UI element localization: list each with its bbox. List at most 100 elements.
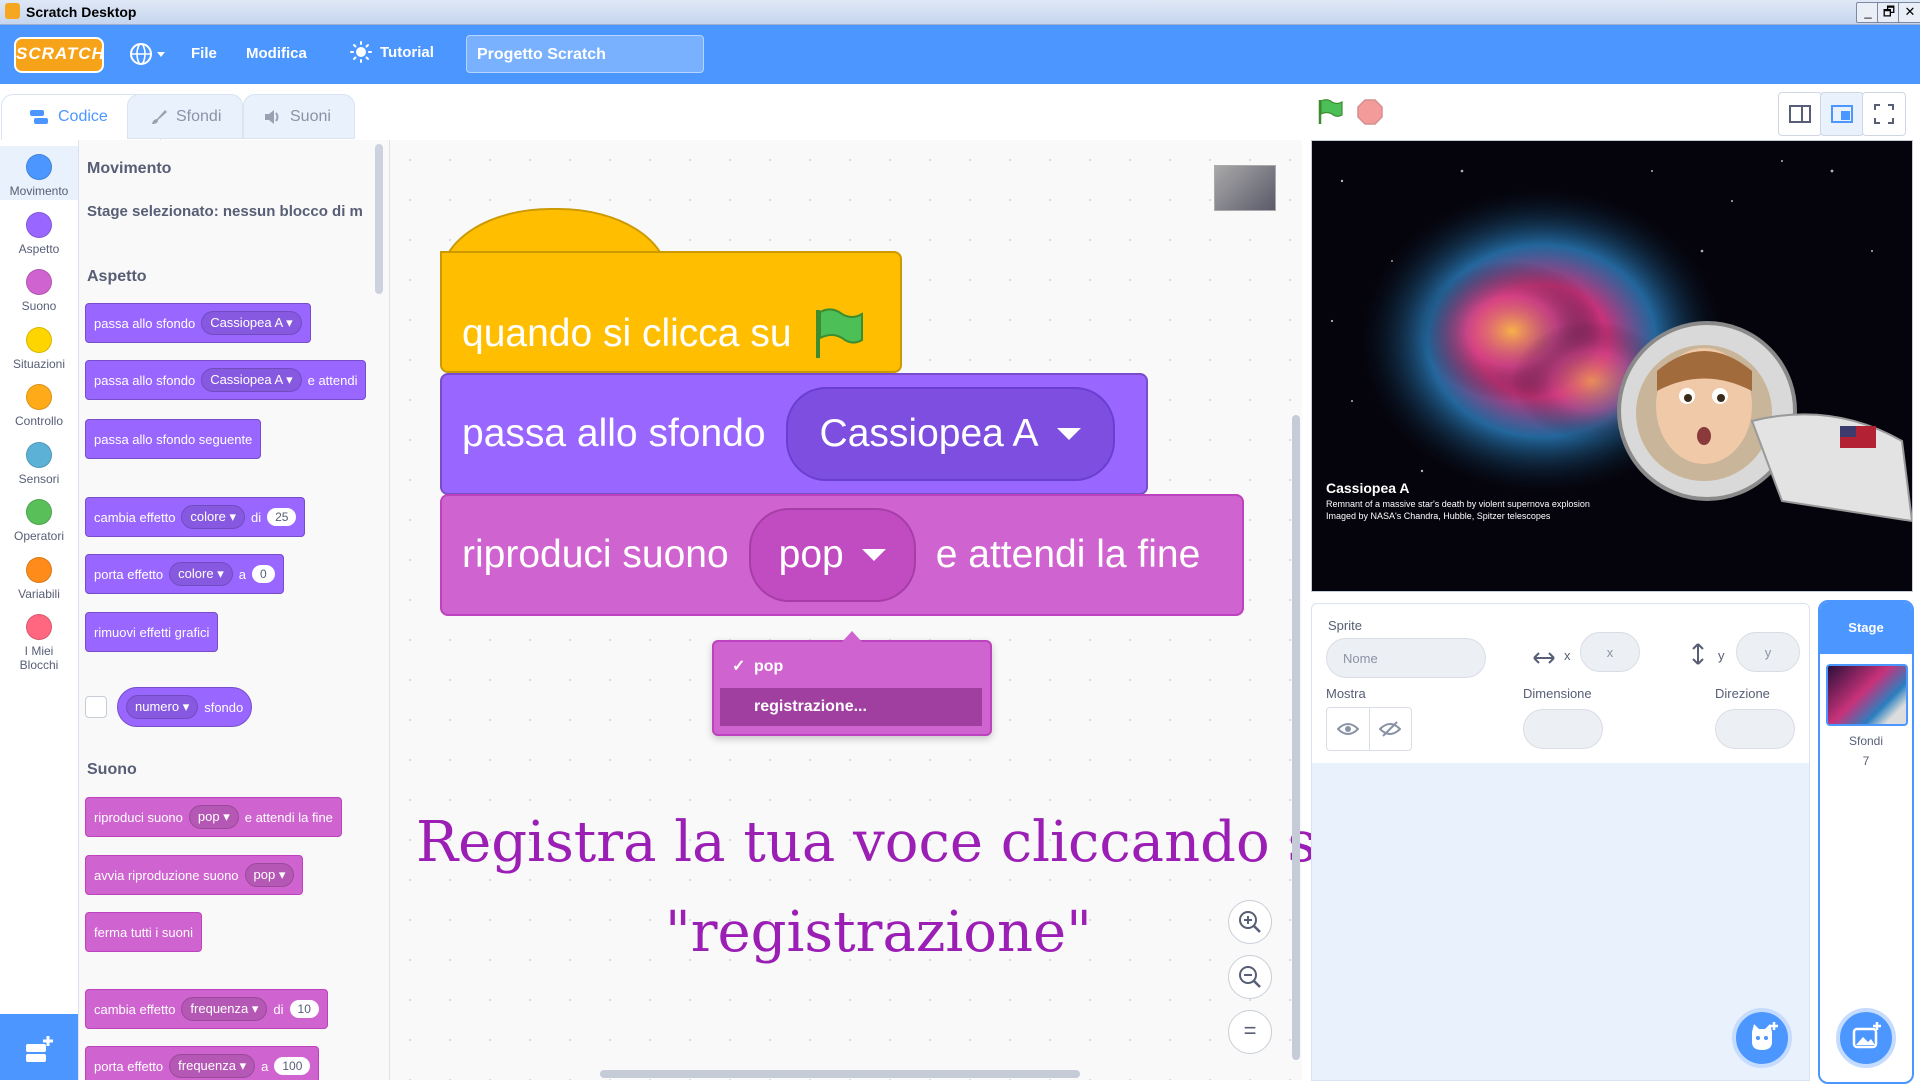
fullscreen-button[interactable] bbox=[1862, 92, 1906, 136]
x-arrow-icon bbox=[1533, 652, 1555, 664]
sound-effect-menu[interactable]: frequenza ▾ bbox=[169, 1054, 256, 1078]
number-input[interactable]: 100 bbox=[274, 1057, 311, 1075]
number-input[interactable]: 0 bbox=[251, 565, 275, 583]
small-stage-button[interactable] bbox=[1778, 92, 1822, 136]
block-stop-all-sounds[interactable]: ferma tutti i suoni bbox=[85, 912, 202, 952]
menu-modifica[interactable]: Modifica bbox=[246, 45, 307, 62]
choose-sprite-button[interactable] bbox=[1732, 1008, 1792, 1068]
sprite-info-panel: Sprite Nome x x y y Mostra Dimensione Di… bbox=[1311, 603, 1810, 765]
stop-button[interactable] bbox=[1356, 98, 1384, 126]
project-title-input[interactable]: Progetto Scratch bbox=[466, 35, 704, 73]
sprite-name-field[interactable]: Nome bbox=[1326, 638, 1486, 678]
dropdown-arrow-icon bbox=[861, 549, 886, 561]
sound-menu[interactable]: pop ▾ bbox=[244, 863, 295, 887]
number-input[interactable]: 10 bbox=[289, 1000, 319, 1018]
reporter-menu[interactable]: numero ▾ bbox=[126, 695, 199, 719]
sound-dropdown[interactable]: pop bbox=[748, 508, 916, 602]
eye-icon bbox=[1336, 723, 1359, 735]
block-text: porta effetto bbox=[94, 566, 164, 582]
category-movimento[interactable]: Movimento bbox=[0, 146, 78, 200]
block-play-sound-wait[interactable]: riproduci suono pop ▾ e attendi la fine bbox=[85, 797, 342, 837]
code-icon bbox=[30, 110, 48, 124]
zoom-out-button[interactable] bbox=[1228, 955, 1272, 999]
heading-suono: Suono bbox=[87, 761, 137, 778]
window-title: Scratch Desktop bbox=[26, 4, 137, 20]
y-input[interactable]: y bbox=[1736, 632, 1800, 672]
block-set-effect[interactable]: porta effetto colore ▾ a 0 bbox=[85, 554, 284, 594]
scratch-logo[interactable]: SCRATCH bbox=[14, 37, 104, 73]
block-next-backdrop[interactable]: passa allo sfondo seguente bbox=[85, 419, 262, 459]
backdrop-dropdown[interactable]: Cassiopea A bbox=[785, 387, 1115, 481]
script-vertical-scrollbar[interactable] bbox=[1292, 415, 1300, 1060]
when-flag-clicked-block[interactable]: quando si clicca su bbox=[440, 251, 902, 373]
palette-scrollbar[interactable] bbox=[375, 144, 383, 294]
tab-suoni[interactable]: Suoni bbox=[243, 94, 355, 139]
category-operatori[interactable]: Operatori bbox=[0, 491, 78, 545]
show-button[interactable] bbox=[1327, 708, 1370, 750]
choose-backdrop-button[interactable] bbox=[1836, 1008, 1896, 1068]
green-flag-button[interactable] bbox=[1316, 98, 1344, 126]
category-label: Situazioni bbox=[12, 356, 66, 371]
zoom-out-icon bbox=[1239, 966, 1261, 988]
zoom-reset-button[interactable]: = bbox=[1228, 1010, 1272, 1054]
category-label: Aspetto bbox=[18, 241, 60, 256]
close-window-button[interactable]: ✕ bbox=[1898, 2, 1920, 23]
direction-input[interactable] bbox=[1715, 709, 1795, 749]
category-variabili[interactable]: Variabili bbox=[0, 549, 78, 603]
size-input[interactable] bbox=[1523, 709, 1603, 749]
block-set-sound-effect[interactable]: porta effetto frequenza ▾ a 100 bbox=[85, 1046, 320, 1080]
category-suono[interactable]: Suono bbox=[0, 261, 78, 315]
block-change-effect[interactable]: cambia effetto colore ▾ di 25 bbox=[85, 497, 306, 537]
sound-menu[interactable]: pop ▾ bbox=[188, 805, 239, 829]
dropdown-item-registrazione[interactable]: registrazione... bbox=[720, 688, 982, 726]
menu-value: colore bbox=[190, 509, 226, 524]
effect-menu[interactable]: colore ▾ bbox=[181, 505, 245, 529]
stage-canvas[interactable]: Cassiopea A Remnant of a massive star's … bbox=[1311, 140, 1913, 592]
menu-file[interactable]: File bbox=[191, 45, 217, 62]
zoom-in-button[interactable] bbox=[1228, 900, 1272, 944]
tutorial-button[interactable]: Tutorial bbox=[350, 41, 434, 63]
y-arrow-icon bbox=[1692, 643, 1704, 665]
x-label: x bbox=[1564, 648, 1571, 663]
block-backdrop-reporter[interactable]: numero ▾ sfondo bbox=[117, 687, 253, 727]
category-i-miei-blocchi[interactable]: I Miei Blocchi bbox=[0, 606, 78, 672]
dropdown-pointer bbox=[842, 631, 862, 642]
language-menu[interactable] bbox=[128, 41, 168, 72]
switch-backdrop-block[interactable]: passa allo sfondo Cassiopea A bbox=[440, 373, 1148, 495]
hat-block-text: quando si clicca su bbox=[462, 312, 792, 355]
category-sensori[interactable]: Sensori bbox=[0, 434, 78, 488]
backdrop-menu[interactable]: Cassiopea A ▾ bbox=[201, 368, 302, 392]
add-extension-button[interactable] bbox=[0, 1014, 78, 1080]
stage-note: Stage selezionato: nessun blocco di m bbox=[87, 203, 363, 220]
paintbrush-icon bbox=[152, 110, 167, 124]
number-input[interactable]: 25 bbox=[267, 508, 297, 526]
sound-block-suffix: e attendi la fine bbox=[935, 533, 1201, 576]
tab-sfondi[interactable]: Sfondi bbox=[127, 94, 243, 139]
monitor-checkbox[interactable] bbox=[85, 696, 107, 718]
normal-stage-button[interactable] bbox=[1820, 92, 1864, 136]
stage-backdrop-thumbnail[interactable] bbox=[1826, 664, 1908, 726]
x-input[interactable]: x bbox=[1580, 632, 1640, 672]
menu-value: pop bbox=[253, 867, 276, 882]
menu-value: Cassiopea A bbox=[210, 315, 283, 330]
block-switch-backdrop-wait[interactable]: passa allo sfondo Cassiopea A ▾ e attend… bbox=[85, 360, 367, 400]
script-horizontal-scrollbar[interactable] bbox=[600, 1070, 1080, 1078]
category-situazioni[interactable]: Situazioni bbox=[0, 319, 78, 373]
play-sound-until-done-block[interactable]: riproduci suono pop e attendi la fine bbox=[440, 494, 1244, 616]
category-controllo[interactable]: Controllo bbox=[0, 376, 78, 430]
cat-add-icon bbox=[1752, 1022, 1778, 1050]
category-label: Suono bbox=[21, 299, 57, 313]
block-change-sound-effect[interactable]: cambia effetto frequenza ▾ di 10 bbox=[85, 989, 328, 1029]
stage-thumbnail-mini bbox=[1214, 165, 1276, 211]
dropdown-item-label: registrazione... bbox=[754, 698, 867, 715]
block-text: passa allo sfondo seguente bbox=[94, 431, 253, 447]
backdrop-menu[interactable]: Cassiopea A ▾ bbox=[201, 311, 302, 335]
hide-button[interactable] bbox=[1370, 708, 1412, 750]
block-start-sound[interactable]: avvia riproduzione suono pop ▾ bbox=[85, 855, 304, 895]
sound-effect-menu[interactable]: frequenza ▾ bbox=[181, 997, 268, 1021]
block-clear-effects[interactable]: rimuovi effetti grafici bbox=[85, 612, 219, 652]
dropdown-item-pop[interactable]: ✓ pop bbox=[720, 648, 982, 686]
effect-menu[interactable]: colore ▾ bbox=[169, 562, 233, 586]
category-aspetto[interactable]: Aspetto bbox=[0, 204, 78, 258]
block-switch-backdrop[interactable]: passa allo sfondo Cassiopea A ▾ bbox=[85, 303, 311, 343]
